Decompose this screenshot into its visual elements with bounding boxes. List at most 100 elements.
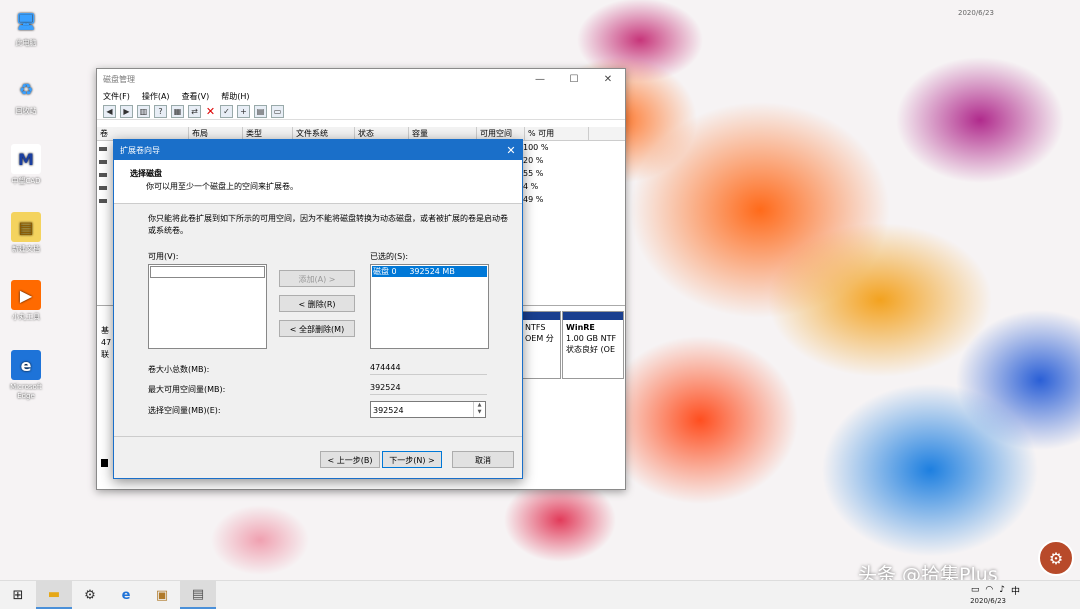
column-header[interactable]: % 可用 (525, 127, 589, 140)
file-explorer-icon[interactable]: ▬ (36, 581, 72, 609)
wizard-heading: 选择磁盘 (130, 169, 162, 178)
windows-start-icon[interactable]: ⊞ (0, 581, 36, 609)
taskbar: ⊞ ▬ ⚙ e ▣ ▤ ▭ ◠ ♪ 中 2020/6/23 (0, 580, 1080, 609)
properties-icon[interactable]: ▦ (171, 104, 184, 118)
menu-file[interactable]: 文件(F) (103, 91, 130, 102)
menu-view[interactable]: 查看(V) (182, 91, 210, 102)
available-list-item[interactable] (150, 266, 265, 278)
volume-icon[interactable]: ♪ (999, 585, 1005, 595)
next-button[interactable]: 下一步(N) > (382, 451, 442, 468)
percent-free: 20 % (523, 156, 544, 165)
network-icon[interactable]: ◠ (985, 585, 993, 595)
recycle-bin-icon: ♻ (18, 79, 34, 99)
new-icon[interactable]: + (237, 104, 250, 118)
back-icon[interactable]: ◀ (103, 104, 116, 118)
menu-action[interactable]: 操作(A) (142, 91, 170, 102)
partition-info: 1.00 GB NTF (566, 334, 617, 343)
footer-divider (114, 436, 522, 437)
select-space-value[interactable]: 392524 (373, 406, 404, 415)
partition-bar (563, 312, 623, 320)
desktop-icon-label: 中望CAD (11, 177, 41, 185)
percent-free: 100 % (523, 143, 549, 152)
percent-free: 4 % (523, 182, 539, 191)
disk-info-line: 基 (101, 326, 109, 335)
volume-row-marker[interactable] (99, 186, 107, 190)
desktop-icon-label: 小丸工具 (12, 313, 40, 321)
menu-bar: 文件(F) 操作(A) 查看(V) 帮助(H) (97, 89, 625, 103)
max-space-label: 最大可用空间量(MB): (148, 385, 226, 394)
show-hide-tree-icon[interactable]: ▥ (137, 104, 150, 118)
partition-status: 状态良好 (OE (566, 345, 616, 354)
percent-free: 49 % (523, 195, 544, 204)
available-list[interactable] (148, 264, 267, 349)
desktop-icon-label: 回收站 (15, 107, 37, 115)
computer-icon: 🖥 (15, 11, 37, 31)
partition-status: OEM 分 (525, 334, 554, 343)
legend-unallocated-swatch (101, 459, 108, 467)
selected-list-item[interactable]: 磁盘 0 392524 MB (372, 266, 487, 277)
minimize-button[interactable]: — (523, 74, 557, 85)
desktop-icon-label: 新建文档 (12, 245, 40, 253)
disk-info-line: 联 (101, 350, 109, 359)
volume-row-marker[interactable] (99, 199, 107, 203)
disk-info-line: 47 (101, 338, 112, 347)
avatar: ⚙ (1038, 540, 1074, 576)
edge-icon[interactable]: e (108, 581, 144, 609)
selected-list[interactable]: 磁盘 0 392524 MB (370, 264, 489, 349)
select-space-label: 选择空间量(MB)(E): (148, 406, 221, 415)
cad-icon: M (11, 144, 41, 174)
desktop-icon-cad[interactable]: M 中望CAD (6, 144, 46, 186)
wizard-title-bar: 扩展卷向导 ✕ (114, 140, 522, 160)
cancel-button[interactable]: 取消 (452, 451, 514, 468)
volume-row-marker[interactable] (99, 147, 107, 151)
desktop-icon-label: 此电脑 (15, 39, 37, 47)
edge-icon: e (11, 350, 41, 380)
max-space-value: 392524 (370, 381, 487, 395)
forward-icon[interactable]: ▶ (120, 104, 133, 118)
total-size-label: 卷大小总数(MB): (148, 365, 210, 374)
partition-oem[interactable]: NTFS OEM 分 (521, 311, 561, 379)
system-tray: ▭ ◠ ♪ 中 (971, 583, 1020, 597)
select-space-stepper[interactable]: 392524 ▲ ▼ (370, 401, 486, 418)
total-size-value: 474444 (370, 361, 487, 375)
view-icon[interactable]: ▭ (271, 104, 284, 118)
delete-icon[interactable]: ✕ (205, 106, 216, 117)
battery-icon[interactable]: ▭ (971, 585, 980, 595)
desktop-icon-recycle-bin[interactable]: ♻ 回收站 (6, 74, 46, 116)
volume-row-marker[interactable] (99, 160, 107, 164)
close-icon[interactable]: ✕ (500, 144, 522, 157)
toolbar: ◀ ▶ ▥ ? ▦ ⇄ ✕ ✓ + ▤ ▭ (97, 103, 625, 120)
stepper-arrows-icon[interactable]: ▲ ▼ (473, 402, 485, 417)
store-icon[interactable]: ▣ (144, 581, 180, 609)
remove-button[interactable]: < 删除(R) (279, 295, 355, 312)
taskbar-date[interactable]: 2020/6/23 (970, 597, 1006, 605)
remove-all-button[interactable]: < 全部删除(M) (279, 320, 355, 337)
volume-row-marker[interactable] (99, 173, 107, 177)
back-button[interactable]: < 上一步(B) (320, 451, 380, 468)
partition-winre[interactable]: WinRE 1.00 GB NTF 状态良好 (OE (562, 311, 624, 379)
partition-info: NTFS (525, 323, 546, 332)
window-title: 磁盘管理 (103, 74, 135, 84)
connect-icon[interactable]: ⇄ (188, 104, 201, 118)
maximize-button[interactable]: ☐ (557, 74, 591, 85)
desktop-icon-edge[interactable]: e Microsoft Edge (6, 350, 46, 401)
title-bar: 磁盘管理 — ☐ ✕ (97, 69, 625, 89)
desktop-icon-document[interactable]: ▤ 新建文档 (6, 212, 46, 254)
close-button[interactable]: ✕ (591, 74, 625, 85)
desktop-icon-this-pc[interactable]: 🖥 此电脑 (6, 6, 46, 48)
input-method[interactable]: 中 (1011, 584, 1020, 597)
settings-icon[interactable]: ⚙ (72, 581, 108, 609)
check-icon[interactable]: ✓ (220, 104, 233, 118)
wizard-title: 扩展卷向导 (120, 145, 160, 155)
extend-volume-wizard: 扩展卷向导 ✕ 选择磁盘 你可以用至少一个磁盘上的空间来扩展卷。 你只能将此卷扩… (113, 139, 523, 479)
wizard-description: 你只能将此卷扩展到如下所示的可用空间，因为不能将磁盘转换为动态磁盘，或者被扩展的… (148, 214, 508, 235)
percent-free: 55 % (523, 169, 544, 178)
desktop-icon-media-tool[interactable]: ▶ 小丸工具 (6, 280, 46, 322)
open-icon[interactable]: ▤ (254, 104, 267, 118)
menu-help[interactable]: 帮助(H) (221, 91, 249, 102)
selected-label: 已选的(S): (370, 252, 409, 261)
add-button[interactable]: 添加(A) > (279, 270, 355, 287)
help-icon[interactable]: ? (154, 104, 167, 118)
disk-mgmt-icon[interactable]: ▤ (180, 581, 216, 609)
partition-name: WinRE (566, 323, 595, 332)
